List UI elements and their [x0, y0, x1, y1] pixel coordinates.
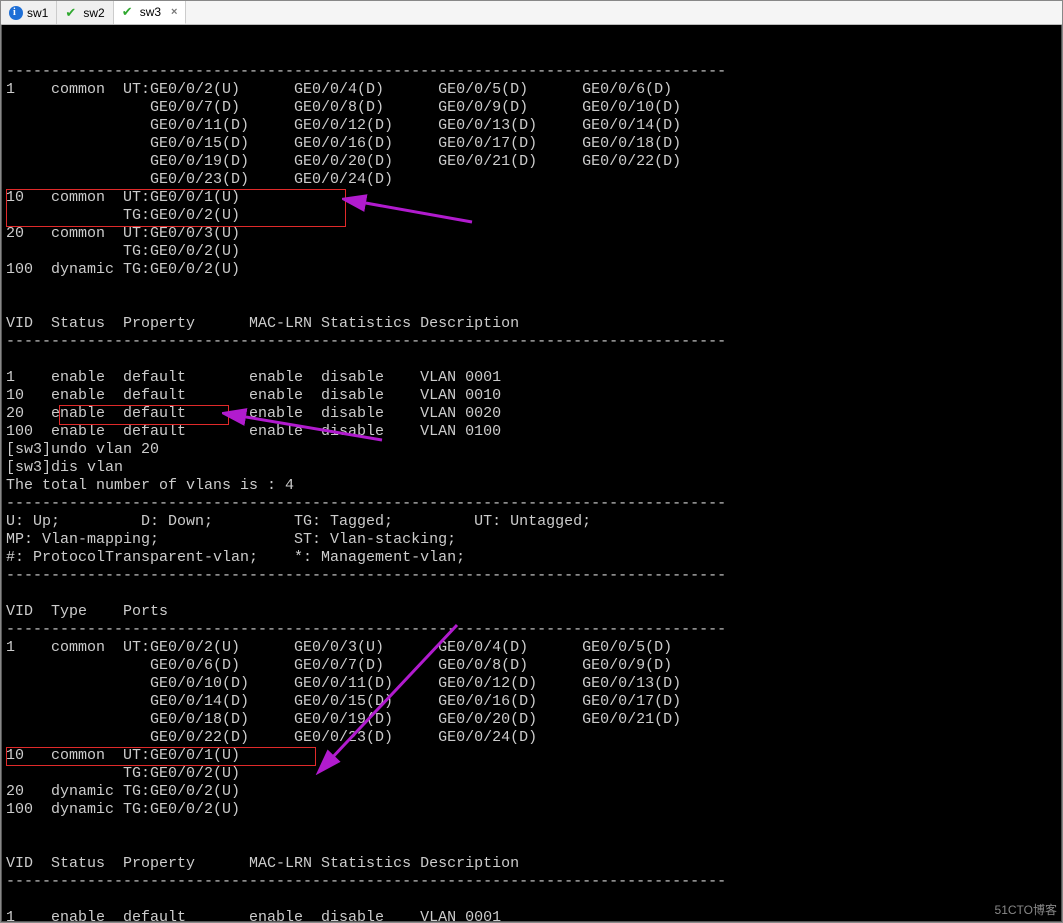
app-window: sw1 sw2 sw3 × --------------------------…	[0, 0, 1063, 923]
tab-bar: sw1 sw2 sw3 ×	[1, 1, 1062, 25]
terminal-text: ----------------------------------------…	[6, 63, 1057, 922]
tab-sw2[interactable]: sw2	[57, 1, 113, 24]
tab-label: sw1	[27, 6, 48, 20]
tab-label: sw2	[83, 6, 104, 20]
close-icon[interactable]: ×	[171, 6, 177, 18]
tab-sw1[interactable]: sw1	[1, 1, 57, 24]
check-icon	[65, 6, 79, 20]
tab-label: sw3	[140, 5, 161, 19]
terminal-output[interactable]: ----------------------------------------…	[1, 25, 1062, 922]
check-icon	[122, 5, 136, 19]
tab-sw3[interactable]: sw3 ×	[114, 1, 187, 24]
watermark: 51CTO博客	[995, 901, 1057, 919]
info-icon	[9, 6, 23, 20]
